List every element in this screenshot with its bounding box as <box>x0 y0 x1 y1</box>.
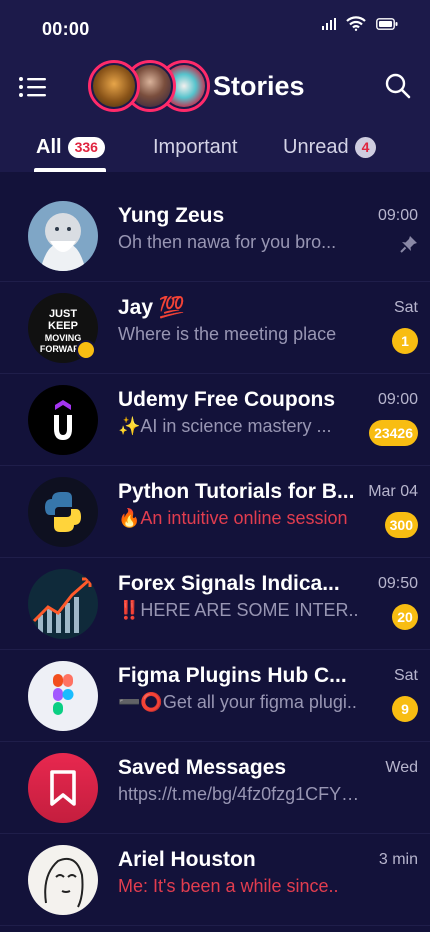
search-icon <box>384 73 412 104</box>
chat-preview: ✨AI in science mastery ... <box>118 416 332 436</box>
chat-preview: Where is the meeting place <box>118 324 337 344</box>
avatar <box>28 477 98 547</box>
svg-text:MOVING: MOVING <box>45 333 82 343</box>
tab-label: Important <box>153 136 238 158</box>
chat-preview: Oh then nawa for you bro... <box>118 232 337 252</box>
chat-row-udemy[interactable]: Udemy Free Coupons ✨AI in science master… <box>0 374 430 466</box>
svg-text:KEEP: KEEP <box>48 320 78 332</box>
chat-time: 3 min <box>378 851 418 868</box>
avatar <box>28 385 98 455</box>
chat-name: Ariel Houston <box>118 848 256 871</box>
wifi-icon <box>346 16 366 31</box>
filter-tabs: All 336 Important Unread 4 <box>0 132 430 172</box>
tab-count-badge: 336 <box>67 137 105 158</box>
svg-text:JUST: JUST <box>49 308 77 320</box>
avatar <box>28 201 98 271</box>
active-tab-indicator <box>34 168 106 172</box>
chat-row-jay[interactable]: JUST KEEP MOVING FORWARD Jay 💯 Where is … <box>0 282 430 374</box>
chat-row-yung-zeus[interactable]: Yung Zeus Oh then nawa for you bro... 09… <box>0 190 430 282</box>
chat-preview: ‼️HERE ARE SOME INTER.. <box>118 600 359 620</box>
chat-time: Mar 04 <box>368 483 418 500</box>
chat-row-saved-messages[interactable]: Saved Messages https://t.me/bg/4fz0fzg1C… <box>0 742 430 834</box>
chat-list: Yung Zeus Oh then nawa for you bro... 09… <box>0 190 430 926</box>
status-bar: 00:00 <box>0 0 430 50</box>
avatar <box>28 753 98 823</box>
lion-avatar <box>93 65 135 107</box>
tab-label: All <box>36 136 62 158</box>
signal-icon <box>322 17 336 30</box>
chat-time: 09:50 <box>377 575 418 592</box>
menu-button[interactable] <box>18 75 48 99</box>
chat-preview: ➖⭕Get all your figma plugi.. <box>118 692 357 712</box>
chat-time: Wed <box>385 759 418 776</box>
tab-unread[interactable]: Unread 4 <box>283 136 377 159</box>
chat-preview: 🔥An intuitive online session <box>118 508 348 528</box>
chat-name: Python Tutorials for B... <box>118 480 355 503</box>
chat-time: Sat <box>393 299 418 316</box>
pin-icon <box>400 235 418 253</box>
chat-time: Sat <box>393 667 418 684</box>
chat-name: Udemy Free Coupons <box>118 388 336 411</box>
chat-row-ariel-houston[interactable]: Ariel Houston Me: It's been a while sinc… <box>0 834 430 926</box>
chat-row-figma[interactable]: Figma Plugins Hub C... ➖⭕Get all your fi… <box>0 650 430 742</box>
app-header: 00:00 Stories All 336 Important Unread 4 <box>0 0 430 172</box>
chat-preview: https://t.me/bg/4fz0fzg1CFYVIJ.. <box>118 784 370 804</box>
tab-count-badge: 4 <box>354 137 377 158</box>
list-menu-icon <box>18 77 48 103</box>
search-button[interactable] <box>384 72 412 100</box>
unread-badge: 9 <box>392 696 418 722</box>
chat-name: Yung Zeus <box>118 204 225 227</box>
chat-preview: Me: It's been a while since.. <box>118 876 339 896</box>
chat-name: Forex Signals Indica... <box>118 572 340 595</box>
chat-name: Figma Plugins Hub C... <box>118 664 347 687</box>
tab-important[interactable]: Important <box>153 136 237 159</box>
title-row: Stories <box>0 58 430 114</box>
status-time: 00:00 <box>42 19 90 39</box>
page-title: Stories <box>213 71 305 101</box>
chat-name: Jay 💯 <box>118 296 186 319</box>
unread-badge: 1 <box>392 328 418 354</box>
tab-label: Unread <box>283 136 349 158</box>
status-badge <box>76 340 96 360</box>
battery-icon <box>376 17 398 30</box>
unread-badge: 20 <box>392 604 418 630</box>
chat-row-python[interactable]: Python Tutorials for B... 🔥An intuitive … <box>0 466 430 558</box>
story-avatar-lion[interactable] <box>88 60 140 112</box>
chat-time: 09:00 <box>377 391 418 408</box>
status-icons <box>322 16 398 31</box>
chat-row-forex[interactable]: Forex Signals Indica... ‼️HERE ARE SOME … <box>0 558 430 650</box>
unread-badge: 23426 <box>369 420 418 446</box>
unread-badge: 300 <box>384 512 418 538</box>
chat-name: Saved Messages <box>118 756 287 779</box>
tab-all[interactable]: All 336 <box>36 136 105 159</box>
chat-time: 09:00 <box>377 207 418 224</box>
avatar <box>28 845 98 915</box>
story-avatars <box>88 60 210 114</box>
avatar <box>28 661 98 731</box>
avatar <box>28 569 98 639</box>
